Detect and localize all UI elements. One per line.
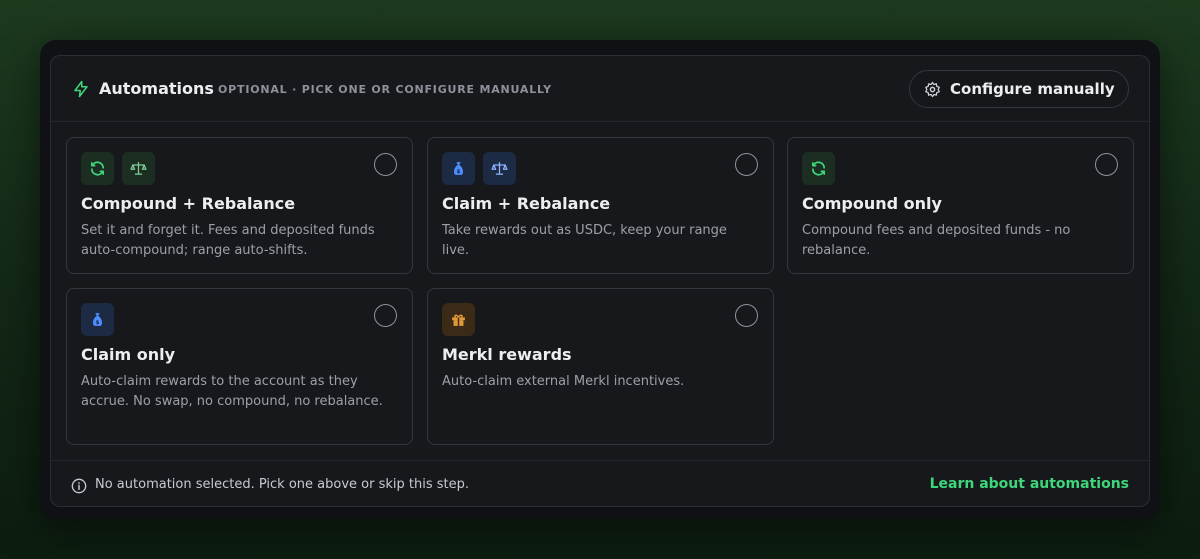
card-title: Compound + Rebalance [81,194,296,213]
radio-compound-rebalance[interactable] [374,153,397,176]
page-subtitle: OPTIONAL · PICK ONE OR CONFIGURE MANUALL… [218,83,552,96]
card-title: Claim only [81,345,176,364]
configure-manually-button[interactable]: Configure manually [909,70,1129,108]
card-description: Take rewards out as USDC, keep your rang… [442,223,727,258]
option-card-claim-rebalance[interactable]: $ Claim + Rebalance Take rewards out as … [427,137,774,274]
refresh-icon [81,152,114,185]
learn-about-automations-link[interactable]: Learn about automations [930,476,1129,492]
configure-manually-label: Configure manually [950,80,1115,98]
card-description: Auto-claim external Merkl incentives. [442,374,685,389]
option-card-compound-only[interactable]: Compound only Compound fees and deposite… [787,137,1134,274]
svg-text:$: $ [457,169,461,175]
info-icon [71,478,87,494]
gift-icon [442,303,475,336]
card-description: Auto-claim rewards to the account as the… [81,374,383,409]
refresh-icon [802,152,835,185]
panel-footer: No automation selected. Pick one above o… [51,460,1149,508]
radio-compound-only[interactable] [1095,153,1118,176]
radio-claim-only[interactable] [374,304,397,327]
status-text: No automation selected. Pick one above o… [95,477,469,492]
scale-icon [483,152,516,185]
card-title: Compound only [802,194,942,213]
money-bag-icon: $ [442,152,475,185]
automations-panel: Automations OPTIONAL · PICK ONE OR CONFI… [50,55,1150,507]
radio-claim-rebalance[interactable] [735,153,758,176]
gear-icon [925,81,940,97]
card-description: Set it and forget it. Fees and deposited… [81,223,375,258]
panel-header: Automations OPTIONAL · PICK ONE OR CONFI… [51,56,1149,122]
card-title: Claim + Rebalance [442,194,611,213]
page-title: Automations [99,79,214,98]
card-description: Compound fees and deposited funds - no r… [802,223,1071,258]
option-card-compound-rebalance[interactable]: Compound + Rebalance Set it and forget i… [66,137,413,274]
option-card-merkl-rewards[interactable]: Merkl rewards Auto-claim external Merkl … [427,288,774,445]
radio-merkl-rewards[interactable] [735,304,758,327]
option-card-claim-only[interactable]: $ Claim only Auto-claim rewards to the a… [66,288,413,445]
scale-icon [122,152,155,185]
card-title: Merkl rewards [442,345,572,364]
money-bag-icon: $ [81,303,114,336]
svg-text:$: $ [96,320,100,326]
lightning-icon [74,80,88,98]
